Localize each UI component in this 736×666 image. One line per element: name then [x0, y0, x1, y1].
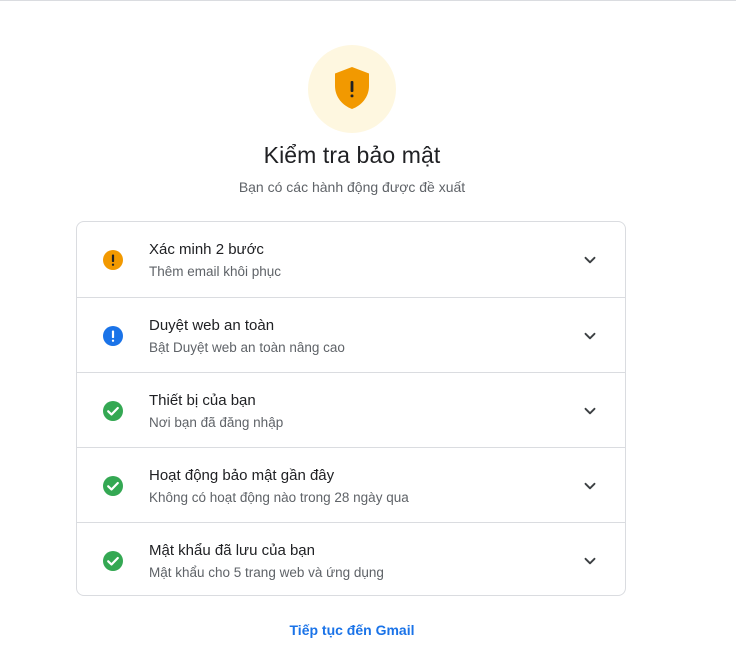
check-title: Mật khẩu đã lưu của bạn — [149, 542, 315, 559]
chevron-down-icon[interactable] — [583, 404, 597, 418]
check-subtitle: Bật Duyệt web an toàn nâng cao — [149, 340, 345, 355]
chevron-down-icon[interactable] — [583, 554, 597, 568]
check-row-recent-security-activity[interactable]: Hoạt động bảo mật gần đây Không có hoạt … — [77, 447, 625, 522]
warning-icon — [103, 250, 123, 270]
chevron-down-icon[interactable] — [583, 479, 597, 493]
check-row-saved-passwords[interactable]: Mật khẩu đã lưu của bạn Mật khẩu cho 5 t… — [77, 522, 625, 595]
chevron-down-icon[interactable] — [583, 329, 597, 343]
check-title: Thiết bị của bạn — [149, 392, 256, 409]
check-subtitle: Không có hoạt động nào trong 28 ngày qua — [149, 490, 409, 505]
check-title: Xác minh 2 bước — [149, 241, 264, 258]
shield-warning-icon — [335, 67, 369, 109]
check-subtitle: Mật khẩu cho 5 trang web và ứng dụng — [149, 565, 384, 580]
info-alert-icon — [103, 326, 123, 346]
continue-to-gmail-link[interactable]: Tiếp tục đến Gmail — [0, 622, 704, 638]
check-subtitle: Nơi bạn đã đăng nhập — [149, 415, 284, 430]
check-circle-icon — [103, 476, 123, 496]
check-subtitle: Thêm email khôi phục — [149, 264, 282, 279]
check-circle-icon — [103, 551, 123, 571]
top-divider — [0, 0, 736, 1]
check-row-your-devices[interactable]: Thiết bị của bạn Nơi bạn đã đăng nhập — [77, 372, 625, 447]
page-title: Kiểm tra bảo mật — [263, 142, 441, 168]
page-subtitle: Bạn có các hành động được đề xuất — [238, 179, 466, 195]
security-checks-card: Xác minh 2 bước Thêm email khôi phục Duy… — [76, 221, 626, 596]
check-title: Hoạt động bảo mật gần đây — [149, 467, 335, 484]
check-title: Duyệt web an toàn — [149, 317, 275, 334]
check-row-2-step-verification[interactable]: Xác minh 2 bước Thêm email khôi phục — [77, 222, 625, 297]
check-circle-icon — [103, 401, 123, 421]
security-badge — [308, 45, 396, 133]
chevron-down-icon[interactable] — [583, 253, 597, 267]
check-row-safe-browsing[interactable]: Duyệt web an toàn Bật Duyệt web an toàn … — [77, 297, 625, 372]
